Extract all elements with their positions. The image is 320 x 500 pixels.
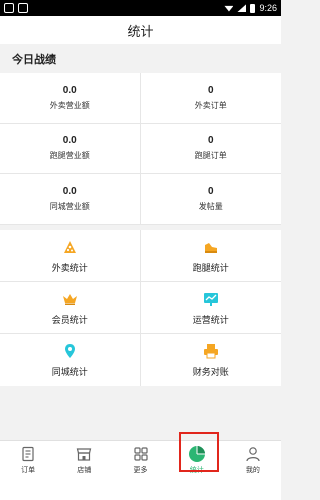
stat-value: 0.0 — [62, 186, 77, 198]
printer-icon — [202, 342, 220, 360]
page-title: 统计 — [127, 23, 154, 39]
stat-errand-revenue: 0.0 跑腿营业额 — [0, 123, 141, 175]
tab-label: 我的 — [245, 467, 260, 474]
tab-label: 店铺 — [77, 467, 92, 474]
module-operation-stats[interactable]: 运营统计 — [140, 282, 281, 334]
crown-icon — [61, 290, 79, 308]
stat-value: 0 — [207, 186, 214, 198]
today-stats-grid: 0.0 外卖营业额 0 外卖订单 0.0 跑腿营业额 0 跑腿订单 0.0 同城… — [0, 73, 281, 225]
profile-icon — [244, 445, 262, 463]
tab-more[interactable]: 更多 — [112, 441, 168, 500]
battery-icon — [250, 3, 256, 13]
tab-statistics[interactable]: 统计 — [169, 441, 225, 500]
order-icon — [19, 445, 37, 463]
module-label: 同城统计 — [51, 367, 88, 377]
module-errand-stats[interactable]: 跑腿统计 — [140, 230, 281, 282]
page-header: 统计 — [0, 16, 281, 44]
tab-label: 订单 — [21, 467, 36, 474]
grid-icon — [132, 445, 150, 463]
tab-orders[interactable]: 订单 — [0, 441, 56, 500]
module-label: 财务对账 — [192, 367, 229, 377]
section-today-label: 今日战绩 — [12, 54, 56, 66]
stat-label: 同城营业额 — [49, 202, 90, 212]
module-finance-reconcile[interactable]: 财务对账 — [141, 334, 282, 386]
stat-label: 外卖订单 — [194, 100, 227, 110]
tab-label: 更多 — [133, 467, 148, 474]
tab-store[interactable]: 店铺 — [56, 441, 112, 500]
stat-label: 发帖量 — [198, 202, 223, 212]
stat-takeout-orders: 0 外卖订单 — [140, 73, 281, 124]
signal-icon — [237, 4, 247, 12]
status-bar: 9:26 — [0, 0, 281, 16]
stat-label: 跑腿订单 — [194, 151, 227, 161]
module-label: 运营统计 — [192, 314, 229, 325]
chart-board-icon — [202, 290, 220, 308]
stat-post-count: 0 发帖量 — [140, 174, 281, 225]
stat-label: 跑腿营业额 — [49, 151, 90, 161]
statistics-modules-grid: 外卖统计 跑腿统计 会员统计 运营统计 同城统计 财务对账 — [0, 230, 281, 386]
stat-value: 0 — [207, 84, 214, 96]
module-label: 跑腿统计 — [192, 262, 229, 273]
store-icon — [75, 445, 93, 463]
stat-value: 0.0 — [62, 84, 77, 96]
app-notification-icon — [4, 3, 14, 13]
stat-value: 0.0 — [62, 135, 77, 147]
section-today-title: 今日战绩 — [0, 45, 281, 73]
module-label: 会员统计 — [51, 314, 88, 325]
module-label: 外卖统计 — [51, 262, 88, 273]
app-notification-icon-2 — [18, 3, 28, 13]
module-member-stats[interactable]: 会员统计 — [0, 282, 141, 334]
tab-label: 统计 — [189, 467, 204, 474]
stat-value: 0 — [207, 135, 214, 147]
bottom-tab-bar: 订单 店铺 更多 统计 我的 — [0, 440, 281, 500]
pizza-icon — [61, 238, 79, 256]
pie-chart-icon — [188, 445, 206, 463]
tab-profile[interactable]: 我的 — [225, 441, 281, 500]
stat-label: 外卖营业额 — [49, 100, 90, 110]
stat-errand-orders: 0 跑腿订单 — [140, 124, 281, 175]
status-time: 9:26 — [259, 3, 277, 13]
module-local-stats[interactable]: 同城统计 — [0, 334, 141, 386]
location-pin-icon — [61, 342, 79, 360]
wifi-icon — [224, 5, 234, 12]
running-shoe-icon — [202, 238, 220, 256]
stat-local-revenue: 0.0 同城营业额 — [0, 174, 141, 225]
stat-takeout-revenue: 0.0 外卖营业额 — [0, 73, 141, 124]
module-takeout-stats[interactable]: 外卖统计 — [0, 230, 141, 282]
